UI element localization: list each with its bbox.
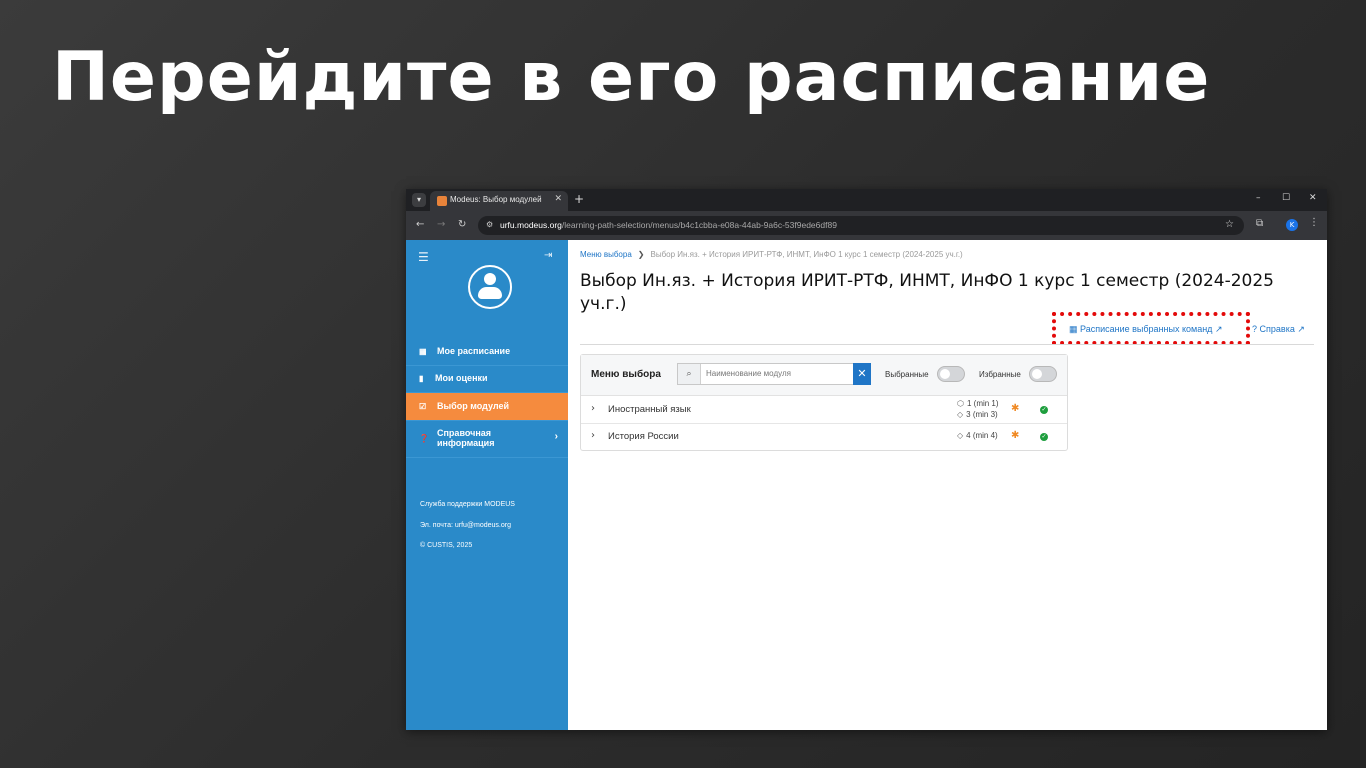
back-icon[interactable]: ← <box>416 219 424 230</box>
tab-close-icon[interactable]: ✕ <box>554 194 562 204</box>
schedule-link-label: Расписание выбранных команд <box>1080 324 1213 334</box>
sidebar: ☰ ⇥ ▦ Мое расписание ▮ Мои оценки ☑ Выбо… <box>406 240 568 730</box>
breadcrumb-root[interactable]: Меню выбора <box>580 250 632 259</box>
minimize-button[interactable]: – <box>1256 193 1261 203</box>
stat-value: 3 (min 3) <box>966 410 998 419</box>
sidebar-item-grades[interactable]: ▮ Мои оценки <box>406 365 568 393</box>
checkbox-icon: ☑ <box>419 402 427 411</box>
calendar-icon: ▦ <box>1069 324 1078 334</box>
help-circle-icon: ? <box>1252 324 1258 334</box>
new-tab-button[interactable]: + <box>574 192 584 206</box>
sidebar-item-label: Справочная информация <box>437 428 495 448</box>
site-info-icon[interactable]: ⚙ <box>486 220 493 229</box>
external-link-icon: ↗ <box>1214 324 1223 334</box>
avatar-head <box>484 273 496 285</box>
url-field[interactable]: ⚙ urfu.modeus.org/learning-path-selectio… <box>478 216 1244 235</box>
toggle-knob <box>940 369 950 379</box>
bookmark-icon: ▮ <box>419 374 424 383</box>
selected-toggle[interactable] <box>937 366 965 382</box>
support-title: Служба поддержки MODEUS <box>420 501 515 508</box>
profile-avatar[interactable]: K <box>1286 219 1298 231</box>
required-asterisk-icon: ✱ <box>1011 403 1020 414</box>
module-name: История России <box>608 431 679 442</box>
hamburger-icon[interactable]: ☰ <box>418 250 429 264</box>
tab-title: Modeus: Выбор модулей <box>450 195 542 204</box>
search-placeholder: Наименование модуля <box>706 369 791 378</box>
avatar-body <box>478 287 502 299</box>
breadcrumb-separator-icon: ❯ <box>637 250 645 259</box>
required-asterisk-icon: ✱ <box>1011 430 1020 441</box>
module-row-language[interactable]: › Иностранный язык ⬡ 1 (min 1) ◇ 3 (min 3)… <box>581 396 1067 424</box>
breadcrumb: Меню выбора ❯ Выбор Ин.яз. + История ИРИТ-… <box>580 250 963 259</box>
browser-tab[interactable]: Modeus: Выбор модулей ✕ <box>430 191 568 211</box>
sidebar-item-label: Мое расписание <box>437 346 511 356</box>
modeus-favicon-icon <box>437 196 447 206</box>
schedule-link[interactable]: ▦ Расписание выбранных команд ↗ <box>1069 324 1223 335</box>
question-icon: ❓ <box>419 434 429 443</box>
copyright: © CUSTIS, 2025 <box>420 542 473 549</box>
clear-search-button[interactable]: ✕ <box>853 363 871 385</box>
slide-title: Перейдите в его расписание <box>52 38 1211 117</box>
sidebar-item-reference[interactable]: ❓ Справочная информация › <box>406 421 568 458</box>
tab-bar: ▾ Modeus: Выбор модулей ✕ + – ☐ ✕ <box>406 189 1327 211</box>
favorites-toggle[interactable] <box>1029 366 1057 382</box>
bookmark-star-icon[interactable]: ☆ <box>1225 219 1234 230</box>
breadcrumb-current: Выбор Ин.яз. + История ИРИТ-РТФ, ИНМТ, И… <box>650 250 963 259</box>
stat-value: 1 (min 1) <box>966 399 999 408</box>
page: ☰ ⇥ ▦ Мое расписание ▮ Мои оценки ☑ Выбо… <box>406 240 1327 730</box>
divider <box>580 344 1314 345</box>
search-icon: ⌕ <box>678 364 701 384</box>
sidebar-item-modules[interactable]: ☑ Выбор модулей <box>406 393 568 421</box>
module-name: Иностранный язык <box>608 404 691 415</box>
favorites-toggle-label: Избранные <box>979 370 1021 379</box>
chevron-right-icon: › <box>554 431 558 442</box>
menu-kebab-icon[interactable]: ⋮ <box>1309 217 1319 228</box>
sidebar-item-label: Выбор модулей <box>437 401 510 411</box>
url-text: urfu.modeus.org/learning-path-selection/… <box>500 220 837 230</box>
check-circle-icon: ✓ <box>1040 406 1048 414</box>
page-title: Выбор Ин.яз. + История ИРИТ-РТФ, ИНМТ, И… <box>580 271 1274 314</box>
url-path: /learning-path-selection/menus/b4c1cbba-… <box>561 220 837 230</box>
logout-icon[interactable]: ⇥ <box>544 250 552 261</box>
stat-credits: ◇ 3 (min 3) <box>957 410 998 419</box>
main-content: Меню выбора ❯ Выбор Ин.яз. + История ИРИТ-… <box>568 240 1327 730</box>
selection-menu-card: Меню выбора ⌕ Наименование модуля ✕ Выбр… <box>580 354 1068 451</box>
stat-count: ⬡ 1 (min 1) <box>957 399 999 408</box>
address-bar: ← → ↻ ⚙ urfu.modeus.org/learning-path-se… <box>406 211 1327 240</box>
sidebar-item-schedule[interactable]: ▦ Мое расписание <box>406 338 568 366</box>
stat-credits: ◇ 4 (min 4) <box>957 431 998 440</box>
maximize-button[interactable]: ☐ <box>1282 193 1290 203</box>
chevron-right-icon[interactable]: › <box>591 403 595 414</box>
card-title: Меню выбора <box>591 369 661 380</box>
check-circle-icon: ✓ <box>1040 433 1048 441</box>
stat-value: 4 (min 4) <box>966 431 998 440</box>
gem-icon: ◇ <box>957 410 964 419</box>
chevron-right-icon[interactable]: › <box>591 430 595 441</box>
module-search-input[interactable]: ⌕ Наименование модуля <box>677 363 855 385</box>
tab-search-button[interactable]: ▾ <box>412 193 426 207</box>
user-avatar[interactable] <box>468 265 512 309</box>
help-link-label: Справка <box>1259 324 1295 334</box>
cube-icon: ⬡ <box>957 399 964 408</box>
external-link-icon: ↗ <box>1297 324 1305 334</box>
gem-icon: ◇ <box>957 431 964 440</box>
sidebar-item-label: Мои оценки <box>435 373 488 383</box>
support-email[interactable]: Эл. почта: urfu@modeus.org <box>420 522 511 529</box>
calendar-icon: ▦ <box>419 347 427 356</box>
close-window-button[interactable]: ✕ <box>1309 193 1317 203</box>
forward-icon[interactable]: → <box>437 219 445 230</box>
url-domain: urfu.modeus.org <box>500 220 562 230</box>
extensions-icon[interactable]: ⧉ <box>1256 218 1263 229</box>
browser-window: ▾ Modeus: Выбор модулей ✕ + – ☐ ✕ ← → ↻ … <box>406 189 1327 730</box>
card-header: Меню выбора ⌕ Наименование модуля ✕ Выбр… <box>581 355 1067 396</box>
selected-toggle-label: Выбранные <box>885 370 929 379</box>
help-link[interactable]: ? Справка ↗ <box>1252 324 1305 335</box>
reload-icon[interactable]: ↻ <box>458 219 466 230</box>
module-row-history[interactable]: › История России ◇ 4 (min 4) ✱ ✓ <box>581 423 1067 450</box>
toggle-knob <box>1032 369 1042 379</box>
